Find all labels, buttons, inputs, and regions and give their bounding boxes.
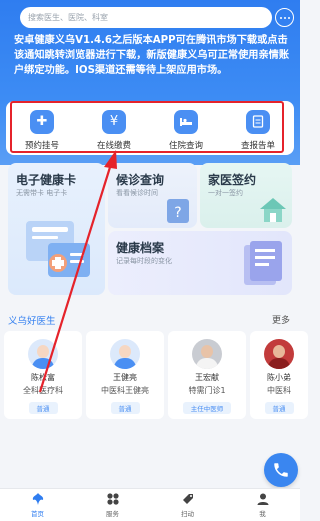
doctor-tag: 普通 xyxy=(264,402,294,414)
nav-label: 扫动 xyxy=(181,510,194,518)
phone-icon xyxy=(274,463,288,477)
quick-label: 预约挂号 xyxy=(24,140,59,151)
nav-service[interactable]: 服务 xyxy=(75,489,150,521)
search-placeholder: 搜索医生、医院、科室 xyxy=(28,13,108,22)
doctor-name: 陈松富 xyxy=(31,373,55,382)
avatar xyxy=(192,339,222,369)
avatar xyxy=(264,339,294,369)
tile-subtitle: 无需带卡 电子卡 xyxy=(16,189,68,197)
doctor-tag: 普通 xyxy=(110,402,140,414)
quick-label: 住院查询 xyxy=(168,140,203,151)
more-link[interactable]: 更多 xyxy=(272,313,290,326)
doctor-title: 中医科王健亮 xyxy=(101,386,149,395)
nav-label: 首页 xyxy=(31,510,44,518)
yen-icon: ¥ xyxy=(102,109,126,134)
nav-label: 我 xyxy=(259,510,266,518)
health-card-tile[interactable]: 电子健康卡 无需带卡 电子卡 xyxy=(8,163,105,295)
doctor-name: 王宏献 xyxy=(195,373,219,382)
doctors-section-title: 义乌好医生 xyxy=(8,316,56,327)
bed-icon xyxy=(174,109,198,134)
tile-title: 候诊查询 xyxy=(116,173,165,187)
doctor-card[interactable]: 王健亮 中医科王健亮 普通 xyxy=(86,331,164,419)
svg-text:?: ? xyxy=(174,205,181,221)
quick-label: 查报告单 xyxy=(240,140,275,151)
doctor-card[interactable]: 陈小弟 中医科 普通 xyxy=(250,331,308,419)
tile-subtitle: 一对一签约 xyxy=(208,189,243,197)
doctor-title: 特需门诊1 xyxy=(188,386,226,395)
message-icon[interactable] xyxy=(275,8,294,27)
plus-icon: ✚ xyxy=(30,109,54,134)
health-card-illustration-icon xyxy=(26,221,90,277)
tile-title: 健康档案 xyxy=(116,241,165,255)
nav-label: 服务 xyxy=(106,510,119,518)
visit-query-tile[interactable]: 候诊查询 看看候诊时间 ? xyxy=(108,163,197,228)
nav-me[interactable]: 我 xyxy=(225,489,300,521)
doctor-card[interactable]: 陈松富 全科医疗科 普通 xyxy=(4,331,82,419)
doctor-title: 中医科 xyxy=(267,386,291,395)
user-icon xyxy=(257,493,268,505)
nav-activity[interactable]: 扫动 xyxy=(150,489,225,521)
health-record-tile[interactable]: 健康档案 记录每时段的变化 xyxy=(108,231,292,295)
report-icon xyxy=(246,109,270,134)
nav-home[interactable]: 首页 xyxy=(0,489,75,521)
tile-subtitle: 看看候诊时间 xyxy=(116,189,158,197)
tile-subtitle: 记录每时段的变化 xyxy=(116,257,172,265)
bottom-nav: 首页 服务 扫动 我 xyxy=(0,488,300,521)
question-doc-icon: ? xyxy=(167,199,189,223)
grid-icon xyxy=(106,493,119,505)
doctor-title: 全科医疗科 xyxy=(23,386,63,395)
doctor-tag: 普通 xyxy=(28,402,58,414)
doctor-card[interactable]: 王宏献 特需门诊1 主任中医师 xyxy=(168,331,246,419)
avatar xyxy=(110,339,140,369)
tile-title: 电子健康卡 xyxy=(16,173,77,187)
doctor-name: 王健亮 xyxy=(113,373,137,382)
quick-item-report[interactable]: 查报告单 xyxy=(228,106,288,151)
avatar xyxy=(28,339,58,369)
doctor-name: 陈小弟 xyxy=(267,373,291,382)
family-doctor-tile[interactable]: 家医签约 一对一签约 xyxy=(200,163,292,228)
house-icon xyxy=(260,198,286,222)
folder-icon xyxy=(244,241,282,285)
tag-icon xyxy=(182,494,193,504)
search-input[interactable]: 搜索医生、医院、科室 xyxy=(20,7,272,28)
phone-call-button[interactable] xyxy=(264,453,298,487)
quick-label: 在线缴费 xyxy=(96,140,131,151)
doctor-tag: 主任中医师 xyxy=(182,402,232,414)
tile-title: 家医签约 xyxy=(208,173,257,187)
home-icon xyxy=(32,493,43,505)
quick-services: ✚ 预约挂号 ¥ 在线缴费 住院查询 查报告单 xyxy=(6,101,294,155)
quick-item-appointment[interactable]: ✚ 预约挂号 xyxy=(12,106,72,151)
quick-item-inpatient[interactable]: 住院查询 xyxy=(156,106,216,151)
quick-item-payment[interactable]: ¥ 在线缴费 xyxy=(84,106,144,151)
notice-text[interactable]: 安卓健康义乌V1.4.6之后版本APP可在腾讯市场下载或点击该通知跳转浏览器进行… xyxy=(14,33,294,78)
doctor-list: 陈松富 全科医疗科 普通 王健亮 中医科王健亮 普通 王宏献 特需门诊1 主任中… xyxy=(0,331,308,421)
